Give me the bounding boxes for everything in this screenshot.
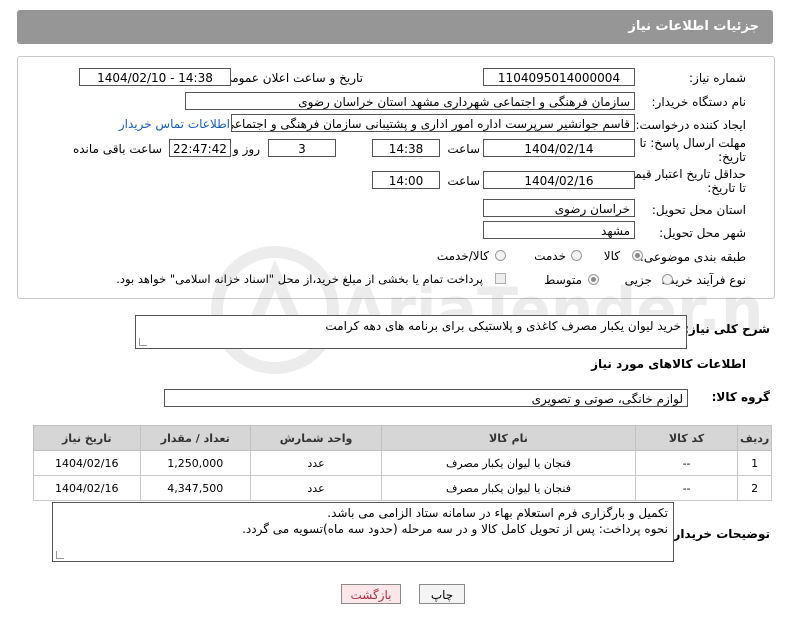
category-service-label: خدمت <box>534 249 566 263</box>
category-both-label: کالا/خدمت <box>436 249 489 263</box>
validity-label: حداقل تاریخ اعتبار قیمت: <box>619 167 746 181</box>
requester-label: ایجاد کننده درخواست: <box>635 118 746 132</box>
cell-unit: عدد <box>250 475 383 501</box>
cell-unit: عدد <box>250 450 383 476</box>
description-label: شرح کلی نیاز: <box>684 322 770 336</box>
category-both-radio[interactable] <box>495 250 506 261</box>
city-label: شهر محل تحویل: <box>659 226 746 240</box>
category-label: طبقه بندی موضوعی: <box>639 250 746 264</box>
requester-field: قاسم جوانشیر سرپرست اداره امور اداری و پ… <box>231 114 635 132</box>
table-header-row: ردیف کد کالا نام کالا واحد شمارش تعداد /… <box>33 425 772 451</box>
remaining-label: ساعت باقی مانده <box>72 142 162 156</box>
resize-handle-icon[interactable] <box>56 551 64 559</box>
cell-row: 1 <box>737 450 772 476</box>
payment-note: پرداخت تمام یا بخشی از مبلغ خرید،از محل … <box>116 272 483 286</box>
col-date: تاریخ نیاز <box>33 425 141 451</box>
validity-label-date: تا تاریخ: <box>707 181 746 195</box>
table-row: 2 -- فنجان یا لیوان یکبار مصرف عدد 4,347… <box>33 475 772 501</box>
cell-code: -- <box>634 450 739 476</box>
validity-time-label: ساعت <box>447 174 480 188</box>
back-button[interactable]: بازگشت <box>341 584 401 604</box>
description-field: خرید لیوان یکبار مصرف کاغذی و پلاستیکی ب… <box>135 315 687 349</box>
validity-time-field: 14:00 <box>372 171 440 189</box>
goods-section-title: اطلاعات کالاهای مورد نیاز <box>591 357 746 371</box>
announce-date-field: 1404/02/10 - 14:38 <box>79 68 231 86</box>
category-goods-radio[interactable] <box>632 250 643 261</box>
buyer-contact-link[interactable]: اطلاعات تماس خریدار <box>119 117 230 131</box>
buyer-notes-field: تکمیل و بارگزاری فرم استعلام بهاء در سام… <box>52 502 674 562</box>
cell-code: -- <box>634 475 739 501</box>
cell-date: 1404/02/16 <box>33 475 141 501</box>
process-minor-label: جزیی <box>624 273 652 287</box>
city-field: مشهد <box>483 221 635 239</box>
validity-date-field: 1404/02/16 <box>483 171 635 189</box>
process-label: نوع فرآیند خرید : <box>661 273 746 287</box>
deadline-label: مهلت ارسال پاسخ: تا <box>639 136 746 150</box>
goods-table: ردیف کد کالا نام کالا واحد شمارش تعداد /… <box>33 425 772 501</box>
buyer-org-label: نام دستگاه خریدار: <box>651 95 747 109</box>
col-name: نام کالا <box>381 425 636 451</box>
treasury-checkbox[interactable] <box>495 273 506 284</box>
cell-name: فنجان یا لیوان یکبار مصرف <box>381 450 636 476</box>
cell-quantity: 4,347,500 <box>139 475 252 501</box>
col-code: کد کالا <box>634 425 739 451</box>
cell-row: 2 <box>737 475 772 501</box>
process-medium-label: متوسط <box>544 273 582 287</box>
remaining-time-field: 22:47:42 <box>169 139 231 157</box>
category-goods-label: کالا <box>603 249 620 263</box>
col-unit: واحد شمارش <box>250 425 383 451</box>
cell-date: 1404/02/16 <box>33 450 141 476</box>
category-service-radio[interactable] <box>571 250 582 261</box>
col-quantity: تعداد / مقدار <box>139 425 252 451</box>
goods-group-label: گروه کالا: <box>711 390 770 404</box>
description-text: خرید لیوان یکبار مصرف کاغذی و پلاستیکی ب… <box>325 319 681 333</box>
process-medium-radio[interactable] <box>588 274 599 285</box>
cell-quantity: 1,250,000 <box>139 450 252 476</box>
province-field: خراسان رضوی <box>483 199 635 217</box>
buyer-notes-line-2: نحوه پرداخت: پس از تحویل کامل کالا و در … <box>242 522 668 536</box>
deadline-label-date: تاریخ: <box>718 150 746 164</box>
buyer-notes-label: توضیحات خریدار: <box>668 527 770 541</box>
buyer-org-field: سازمان فرهنگی و اجتماعی شهرداری مشهد است… <box>185 92 635 110</box>
process-minor-radio[interactable] <box>662 274 673 285</box>
deadline-date-field: 1404/02/14 <box>483 139 635 157</box>
page-title: جزئیات اطلاعات نیاز <box>628 19 759 34</box>
cell-name: فنجان یا لیوان یکبار مصرف <box>381 475 636 501</box>
need-number-field: 1104095014000004 <box>483 68 635 86</box>
days-label: روز و <box>233 142 260 156</box>
table-row: 1 -- فنجان یا لیوان یکبار مصرف عدد 1,250… <box>33 450 772 476</box>
col-row: ردیف <box>737 425 772 451</box>
announce-label: تاریخ و ساعت اعلان عمومی: <box>218 71 363 85</box>
need-number-label: شماره نیاز: <box>689 71 746 85</box>
days-field: 3 <box>268 139 336 157</box>
deadline-time-field: 14:38 <box>372 139 440 157</box>
print-button[interactable]: چاپ <box>419 584 465 604</box>
goods-group-field: لوازم خانگی، صوتی و تصویری <box>164 389 688 407</box>
province-label: استان محل تحویل: <box>651 203 746 217</box>
page-header: جزئیات اطلاعات نیاز <box>17 10 773 44</box>
buyer-notes-line-1: تکمیل و بارگزاری فرم استعلام بهاء در سام… <box>327 506 668 520</box>
deadline-time-label: ساعت <box>447 142 480 156</box>
resize-handle-icon[interactable] <box>139 338 147 346</box>
